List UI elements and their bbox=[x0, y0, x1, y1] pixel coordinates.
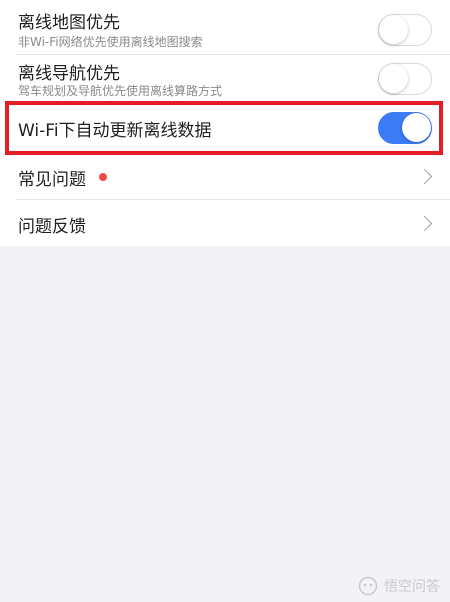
toggle-knob bbox=[402, 113, 431, 142]
offline-map-priority-title: 离线地图优先 bbox=[18, 13, 120, 33]
offline-map-priority-row[interactable]: 离线地图优先 非Wi-Fi网络优先使用离线地图搜索 bbox=[0, 0, 450, 55]
offline-map-priority-subtitle: 非Wi-Fi网络优先使用离线地图搜索 bbox=[18, 35, 203, 49]
offline-nav-priority-row[interactable]: 离线导航优先 驾车规划及导航优先使用离线算路方式 bbox=[0, 55, 450, 101]
offline-map-priority-toggle[interactable] bbox=[378, 14, 432, 46]
new-badge-dot bbox=[99, 173, 107, 181]
settings-list: 离线地图优先 非Wi-Fi网络优先使用离线地图搜索 离线导航优先 驾车规划及导航… bbox=[0, 0, 450, 246]
wifi-auto-update-toggle[interactable] bbox=[378, 112, 432, 144]
toggle-knob bbox=[379, 64, 408, 93]
offline-nav-priority-subtitle: 驾车规划及导航优先使用离线算路方式 bbox=[18, 84, 223, 98]
offline-nav-priority-title: 离线导航优先 bbox=[18, 64, 120, 84]
watermark-text: 悟空问答 bbox=[384, 579, 440, 595]
wifi-auto-update-row[interactable]: Wi-Fi下自动更新离线数据 bbox=[0, 101, 450, 155]
feedback-title: 问题反馈 bbox=[18, 217, 86, 237]
speech-bubble-icon bbox=[358, 576, 378, 596]
toggle-knob bbox=[379, 15, 408, 44]
offline-nav-priority-toggle[interactable] bbox=[378, 63, 432, 95]
chevron-right-icon bbox=[416, 215, 433, 232]
faq-title: 常见问题 bbox=[18, 170, 86, 190]
feedback-row[interactable]: 问题反馈 bbox=[0, 200, 450, 246]
watermark: 悟空问答 bbox=[358, 576, 440, 596]
faq-row[interactable]: 常见问题 bbox=[0, 155, 450, 200]
chevron-right-icon bbox=[416, 168, 433, 185]
wifi-auto-update-title: Wi-Fi下自动更新离线数据 bbox=[18, 121, 212, 141]
